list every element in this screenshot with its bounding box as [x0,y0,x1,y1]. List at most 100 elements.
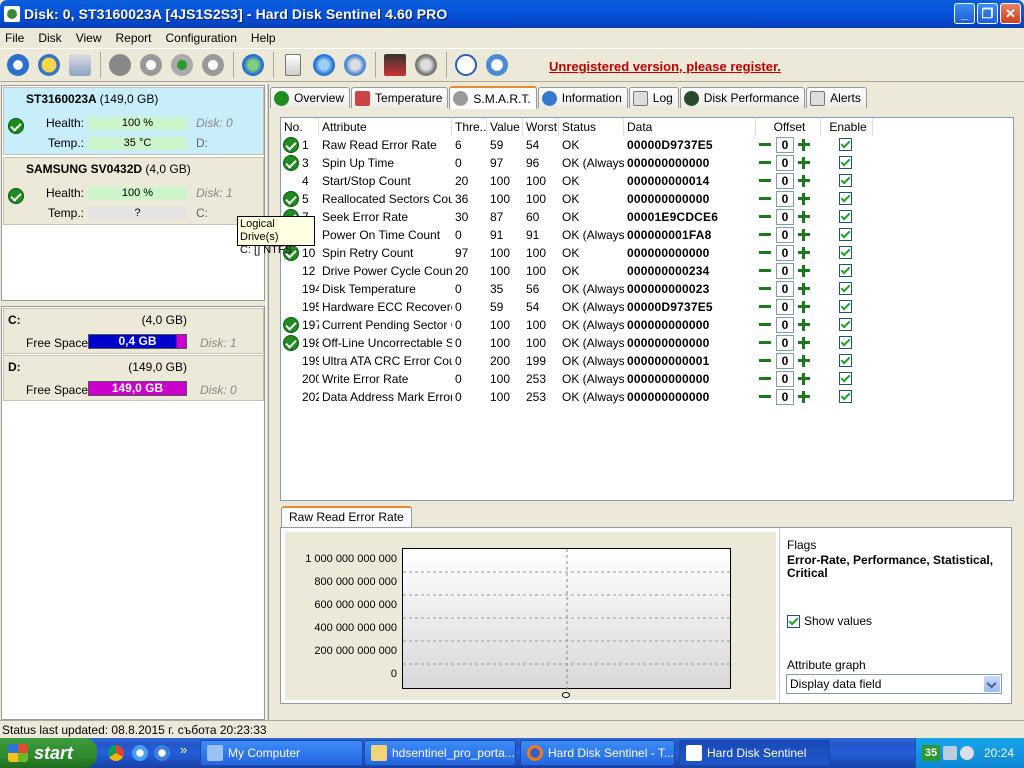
col-worst-header[interactable]: Worst [523,118,559,136]
table-row[interactable]: 199 Ultra ATA CRC Error Count 0 200 199 OK (A… [281,352,1015,370]
tab-alerts[interactable]: Alerts [806,87,867,108]
attribute-graph-select[interactable]: Display data field [786,674,1002,694]
tray-network-icon[interactable] [943,746,957,760]
offset-decrease-button[interactable] [758,174,772,188]
test-button[interactable] [105,51,134,80]
col-offset-header[interactable]: Offset [756,118,821,136]
panel-splitter[interactable] [266,84,269,720]
col-value-header[interactable]: Value [487,118,523,136]
offset-increase-button[interactable] [797,228,811,242]
offset-value[interactable]: 0 [776,317,794,333]
table-row[interactable]: 194Disk Temperature03556OK (Always...000… [281,280,1015,298]
col-attribute-header[interactable]: Attribute [319,118,452,136]
offset-value[interactable]: 0 [776,137,794,153]
offset-increase-button[interactable] [797,246,811,260]
start-button[interactable]: start [0,738,97,768]
volume-entry-c[interactable]: C: (4,0 GB) Free Space 0,4 GB Disk: 1 [3,308,264,354]
table-row[interactable]: 1 Raw Read Error Rate 6 59 54 OK 00000D9737E5 0 [281,136,1015,154]
alert-button[interactable] [34,51,63,80]
show-values-checkbox[interactable]: Show values [787,614,872,628]
offset-value[interactable]: 0 [776,155,794,171]
enable-checkbox[interactable] [839,138,852,151]
offset-decrease-button[interactable] [758,336,772,350]
offset-increase-button[interactable] [797,138,811,152]
enable-checkbox[interactable] [839,210,852,223]
refresh-button[interactable] [3,51,32,80]
enable-checkbox[interactable] [839,228,852,241]
offset-increase-button[interactable] [797,336,811,350]
menu-disk[interactable]: Disk [38,31,61,45]
menu-file[interactable]: File [5,31,24,45]
menu-report[interactable]: Report [115,31,151,45]
tab-temperature[interactable]: Temperature [351,87,449,108]
register-link[interactable]: Unregistered version, please register. [549,59,781,74]
col-data-header[interactable]: Data [624,118,756,136]
offset-increase-button[interactable] [797,282,811,296]
task-my-computer[interactable]: My Computer [200,740,363,766]
offset-decrease-button[interactable] [758,138,772,152]
volume-entry-d[interactable]: D: (149,0 GB) Free Space 149,0 GB Disk: … [3,355,264,401]
disk-entry-1[interactable]: SAMSUNG SV0432D (4,0 GB) Health: 100 % D… [3,157,264,225]
ie-alt-icon[interactable] [154,745,170,761]
enable-checkbox[interactable] [839,372,852,385]
send-button[interactable] [309,51,338,80]
network-button[interactable] [340,51,369,80]
menu-help[interactable]: Help [251,31,276,45]
enable-checkbox[interactable] [839,282,852,295]
tool-button[interactable] [198,51,227,80]
enable-checkbox[interactable] [839,318,852,331]
close-button[interactable]: ✕ [1000,3,1021,24]
report-button[interactable] [278,51,307,80]
chevron-down-icon[interactable] [984,676,1000,692]
disk-entry-0[interactable]: ST3160023A (149,0 GB) Health: 100 % Disk… [3,87,264,155]
enable-checkbox[interactable] [839,300,852,313]
surface-test-button[interactable] [136,51,165,80]
offset-increase-button[interactable] [797,318,811,332]
task-firefox[interactable]: Hard Disk Sentinel - T... [520,740,675,766]
tab-log[interactable]: Log [628,87,679,108]
enable-checkbox[interactable] [839,354,852,367]
ok-test-button[interactable] [167,51,196,80]
offset-value[interactable]: 0 [776,389,794,405]
about-button[interactable] [482,51,511,80]
tab-smart[interactable]: S.M.A.R.T. [449,86,537,109]
minimize-button[interactable]: _ [954,3,975,24]
offset-increase-button[interactable] [797,300,811,314]
performance-button[interactable] [380,51,409,80]
enable-checkbox[interactable] [839,156,852,169]
menu-configuration[interactable]: Configuration [166,31,237,45]
offset-increase-button[interactable] [797,372,811,386]
web-button[interactable] [238,51,267,80]
table-row[interactable]: 202 Data Address Mark Errors 0 100 253 OK (Al… [281,388,1015,406]
offset-decrease-button[interactable] [758,318,772,332]
graph-tab[interactable]: Raw Read Error Rate [281,506,412,527]
offset-value[interactable]: 0 [776,263,794,279]
menu-view[interactable]: View [76,31,102,45]
offset-value[interactable]: 0 [776,191,794,207]
enable-checkbox[interactable] [839,174,852,187]
tab-disk-performance[interactable]: Disk Performance [679,87,806,108]
table-row[interactable]: 200Write Error Rate0100253OK (Always...0… [281,370,1015,388]
offset-decrease-button[interactable] [758,210,772,224]
table-row[interactable]: 5 Reallocated Sectors Count 36 100 100 OK 0000… [281,190,1015,208]
table-row[interactable]: 4 Start/Stop Count 20 100 100 OK 000000000014 0 [281,172,1015,190]
offset-value[interactable]: 0 [776,227,794,243]
table-row[interactable]: 10 Spin Retry Count 97 100 100 OK 000000000000… [281,244,1015,262]
table-row[interactable]: 195 Hardware ECC Recovered 0 59 54 OK (Always… [281,298,1015,316]
offset-decrease-button[interactable] [758,390,772,404]
quick-launch-more[interactable]: » [180,742,187,757]
tab-overview[interactable]: Overview [270,87,351,108]
enable-checkbox[interactable] [839,246,852,259]
enable-checkbox[interactable] [839,336,852,349]
enable-checkbox[interactable] [839,192,852,205]
offset-value[interactable]: 0 [776,299,794,315]
offset-value[interactable]: 0 [776,281,794,297]
enable-checkbox[interactable] [839,390,852,403]
col-threshold-header[interactable]: Thre... [452,118,487,136]
offset-decrease-button[interactable] [758,246,772,260]
offset-value[interactable]: 0 [776,173,794,189]
col-enable-header[interactable]: Enable [821,118,873,136]
maximize-button[interactable]: ❐ [977,3,998,24]
offset-increase-button[interactable] [797,354,811,368]
table-row[interactable]: 12 Drive Power Cycle Count 20 100 100 OK 00000… [281,262,1015,280]
